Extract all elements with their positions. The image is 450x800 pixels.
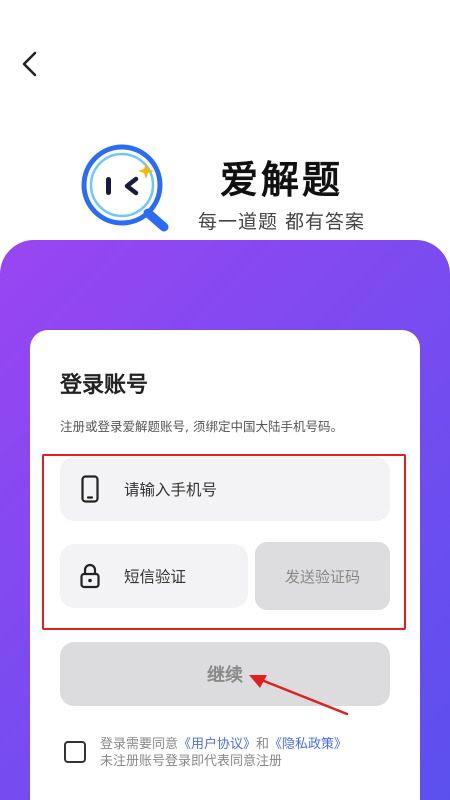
back-button[interactable] <box>14 48 46 80</box>
app-name: 爱解题 <box>220 158 344 202</box>
agreement-and: 和 <box>256 737 270 752</box>
login-note: 注册或登录爱解题账号, 须绑定中国大陆手机号码。 <box>60 419 343 434</box>
chevron-left-icon <box>22 51 37 77</box>
magnifier-face-icon <box>81 144 169 232</box>
user-agreement-link[interactable]: 《用户协议》 <box>178 737 256 752</box>
lock-icon <box>80 563 100 589</box>
brand-header: 爱解题 每一道题 都有答案 <box>78 135 398 235</box>
login-card: 登录账号 注册或登录爱解题账号, 须绑定中国大陆手机号码。 请输入手机号 短信验… <box>30 330 420 800</box>
agreement-line2: 未注册账号登录即代表同意注册 <box>100 754 283 769</box>
phone-placeholder: 请输入手机号 <box>124 481 218 499</box>
agreement-prefix: 登录需要同意 <box>100 737 179 752</box>
continue-button[interactable]: 继续 <box>60 642 390 706</box>
agree-checkbox[interactable] <box>64 741 86 763</box>
phone-input[interactable]: 请输入手机号 <box>60 457 390 521</box>
login-title: 登录账号 <box>60 373 149 398</box>
send-code-button[interactable]: 发送验证码 <box>255 542 390 610</box>
privacy-policy-link[interactable]: 《隐私政策》 <box>269 737 347 752</box>
agreement-text: 登录需要同意《用户协议》和《隐私政策》 未注册账号登录即代表同意注册 <box>100 736 400 770</box>
app-slogan: 每一道题 都有答案 <box>198 211 366 233</box>
phone-icon <box>80 475 100 503</box>
sms-code-placeholder: 短信验证 <box>124 568 187 586</box>
sms-code-input[interactable]: 短信验证 <box>60 544 248 608</box>
